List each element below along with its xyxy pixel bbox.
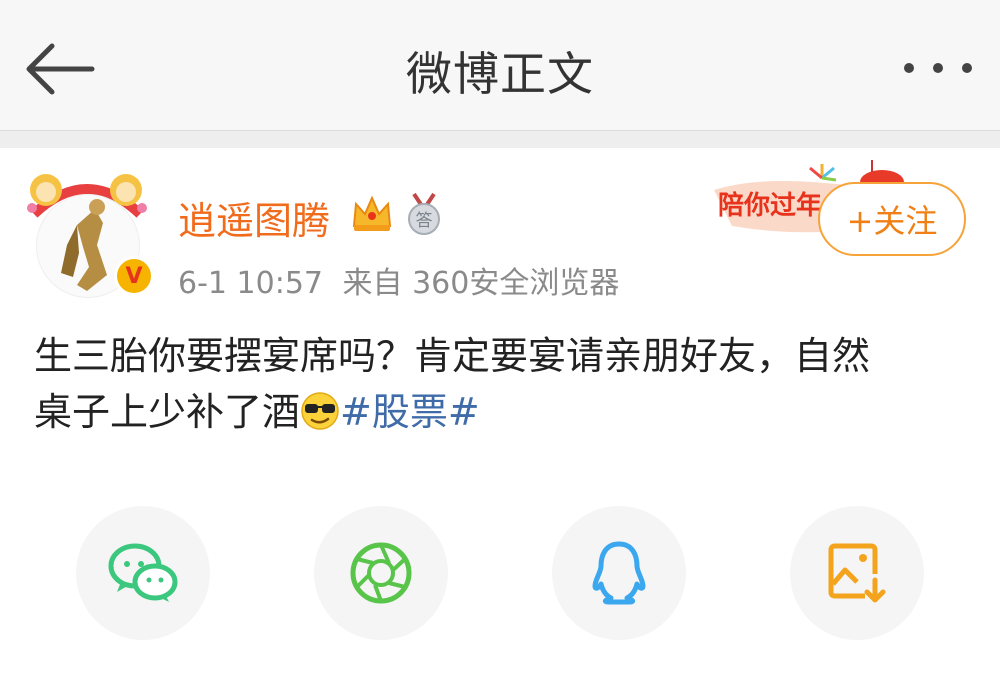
share-wechat-button[interactable] xyxy=(76,506,210,640)
medal-text: 答 xyxy=(416,211,433,231)
avatar[interactable]: V xyxy=(22,168,154,298)
page-title: 微博正文 xyxy=(406,47,594,101)
moments-icon xyxy=(350,542,412,604)
share-save-image-button[interactable] xyxy=(790,506,924,640)
crown-icon xyxy=(352,195,392,231)
post-meta: 6-1 10:57 来自 360安全浏览器 xyxy=(178,258,629,302)
firework-icon xyxy=(809,164,837,182)
wechat-icon xyxy=(108,543,178,602)
more-dots-icon xyxy=(904,63,914,73)
post-text-line-2-text: 桌子上少补了酒 xyxy=(34,390,301,434)
promo-text: 陪你过年 xyxy=(718,190,822,221)
post-text-line-1: 生三胎你要摆宴席吗？肯定要宴请亲朋好友，自然 xyxy=(34,334,871,378)
share-moments-button[interactable] xyxy=(314,506,448,640)
username[interactable]: 逍遥图腾 xyxy=(178,190,330,245)
follow-button[interactable]: +关注 xyxy=(818,182,966,256)
medal-icon: 答 xyxy=(408,192,440,235)
verified-v-icon: V xyxy=(114,256,154,296)
share-qq-button[interactable] xyxy=(552,506,686,640)
qq-icon xyxy=(592,541,646,605)
divider xyxy=(0,130,1000,148)
save-image-icon xyxy=(828,543,886,603)
post-date: 6-1 10:57 xyxy=(178,266,323,301)
post-source: 来自 360安全浏览器 xyxy=(342,266,620,301)
hashtag-link[interactable]: #股票# xyxy=(340,390,480,434)
top-bar: 微博正文 xyxy=(0,0,1000,130)
more-button[interactable] xyxy=(904,56,972,80)
post-text: 生三胎你要摆宴席吗？肯定要宴请亲朋好友，自然 桌子上少补了酒 #股票# xyxy=(34,328,974,440)
cool-sunglasses-emoji-icon xyxy=(301,391,339,430)
post-text-line-2: 桌子上少补了酒 #股票# xyxy=(34,384,974,440)
